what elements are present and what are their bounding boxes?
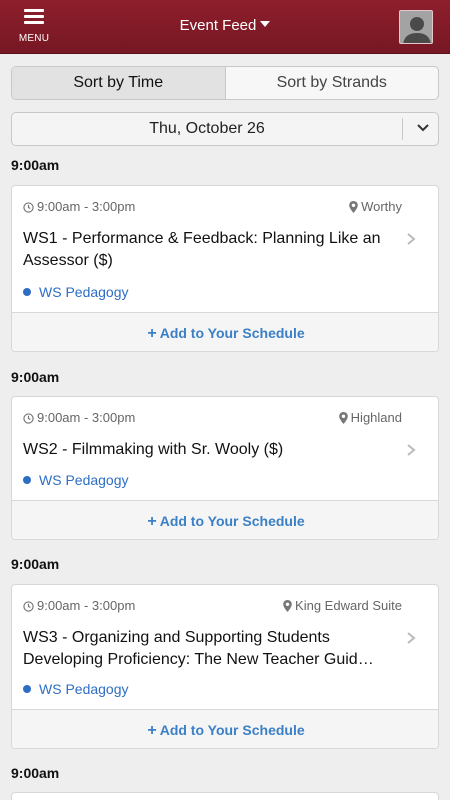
event-location: King Edward Suite — [283, 598, 402, 613]
add-to-schedule-button[interactable]: + Add to Your Schedule — [12, 709, 438, 748]
top-navbar: MENU Event Feed — [0, 0, 450, 54]
add-to-schedule-button[interactable]: + Add to Your Schedule — [12, 312, 438, 351]
add-to-schedule-button[interactable]: + Add to Your Schedule — [12, 500, 438, 539]
chevron-right-icon — [407, 444, 416, 456]
location-pin-icon — [338, 412, 348, 424]
time-heading: 9:00am — [11, 157, 60, 173]
sort-segmented-control: Sort by Time Sort by Strands — [11, 66, 439, 100]
strand-dot-icon — [23, 288, 31, 296]
chevron-right-icon — [407, 632, 416, 644]
location-pin-icon — [349, 201, 358, 213]
event-card-body[interactable]: 9:00am - 3:00pm Highland WS2 - Filmmakin… — [12, 397, 438, 500]
event-card: 9:00am - 3:00pm Worthy WS1 - Performance… — [11, 185, 439, 352]
event-time-range: 9:00am - 3:00pm — [23, 598, 135, 613]
event-location: Worthy — [349, 199, 402, 214]
time-heading: 9:00am — [11, 369, 60, 385]
menu-label: MENU — [18, 33, 50, 44]
event-card: 9:00am - 3:00pm Highland WS2 - Filmmakin… — [11, 396, 439, 540]
user-silhouette-icon — [400, 11, 432, 43]
menu-button[interactable]: MENU — [12, 6, 56, 48]
event-title: WS3 - Organizing and Supporting Students… — [23, 629, 374, 668]
event-card: 9:00am - 3:00pm King Edward Suite WS3 - … — [11, 584, 439, 749]
time-heading: 9:00am — [11, 556, 60, 572]
plus-icon: + — [147, 325, 157, 342]
event-strand: WS Pedagogy — [23, 681, 129, 697]
event-time-range: 9:00am - 3:00pm — [23, 410, 135, 425]
event-strand: WS Pedagogy — [23, 284, 129, 300]
event-card-body[interactable]: 9:00am - 3:00pm Worthy WS1 - Performance… — [12, 186, 438, 312]
user-avatar-button[interactable] — [399, 10, 433, 44]
event-card[interactable] — [11, 792, 439, 800]
event-location: Highland — [338, 410, 402, 425]
date-selector[interactable]: Thu, October 26 — [11, 112, 439, 146]
event-strand: WS Pedagogy — [23, 472, 129, 488]
caret-down-icon — [260, 21, 271, 27]
hamburger-icon — [24, 9, 44, 25]
event-title: WS2 - Filmmaking with Sr. Wooly ($) — [23, 441, 284, 458]
sort-by-time-button[interactable]: Sort by Time — [12, 67, 225, 99]
event-card-body[interactable]: 9:00am - 3:00pm King Edward Suite WS3 - … — [12, 585, 438, 709]
location-pin-icon — [283, 600, 292, 612]
event-time-range: 9:00am - 3:00pm — [23, 199, 135, 214]
chevron-down-icon — [417, 124, 429, 132]
event-feed-dropdown[interactable]: Event Feed — [160, 17, 290, 39]
chevron-right-icon — [407, 233, 416, 245]
time-heading: 9:00am — [11, 765, 60, 781]
date-divider — [402, 118, 403, 140]
plus-icon: + — [147, 513, 157, 530]
sort-by-strands-button[interactable]: Sort by Strands — [224, 67, 439, 99]
page-title: Event Feed — [179, 17, 257, 34]
plus-icon: + — [147, 722, 157, 739]
clock-icon — [23, 601, 34, 612]
event-title: WS1 - Performance & Feedback: Planning L… — [23, 230, 381, 269]
strand-dot-icon — [23, 476, 31, 484]
strand-dot-icon — [23, 685, 31, 693]
clock-icon — [23, 413, 34, 424]
clock-icon — [23, 202, 34, 213]
selected-date: Thu, October 26 — [149, 120, 265, 137]
